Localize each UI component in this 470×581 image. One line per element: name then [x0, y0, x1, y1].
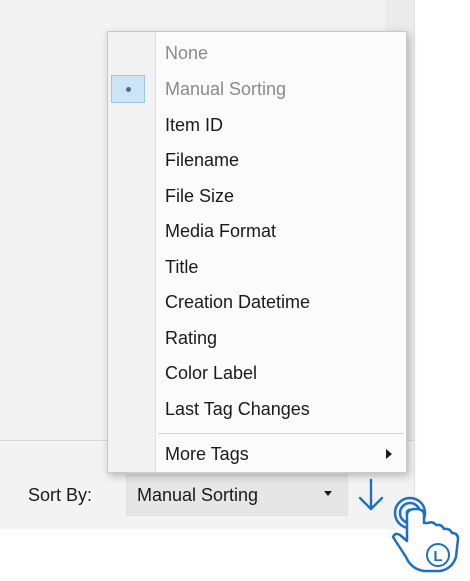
- menu-item-label: Item ID: [165, 114, 224, 135]
- caret-down-icon: [324, 491, 332, 496]
- menu-item-color-label[interactable]: Color Label: [108, 356, 406, 390]
- menu-item-label: Color Label: [165, 362, 258, 383]
- menu-item-item-id[interactable]: Item ID: [108, 108, 406, 142]
- menu-item-filename[interactable]: Filename: [108, 143, 406, 177]
- menu-item-label: Creation Datetime: [165, 291, 311, 312]
- menu-item-none[interactable]: None: [108, 36, 406, 70]
- sort-menu: None Manual Sorting Item ID Filename Fil…: [107, 31, 407, 473]
- hand-pointer-icon: L: [391, 496, 460, 573]
- menu-item-rating[interactable]: Rating: [108, 321, 406, 355]
- submenu-arrow-icon: [386, 449, 392, 459]
- checked-indicator: [111, 75, 145, 103]
- menu-item-file-size[interactable]: File Size: [108, 179, 406, 213]
- menu-item-label: Manual Sorting: [165, 78, 287, 99]
- menu-item-media-format[interactable]: Media Format: [108, 214, 406, 248]
- menu-item-label: File Size: [165, 185, 235, 206]
- menu-item-label: None: [165, 42, 209, 63]
- menu-item-last-tag-changes[interactable]: Last Tag Changes: [108, 392, 406, 426]
- menu-item-label: Title: [165, 256, 199, 277]
- menu-item-title[interactable]: Title: [108, 250, 406, 284]
- sort-by-selected-value: Manual Sorting: [137, 484, 259, 505]
- menu-item-creation-datetime[interactable]: Creation Datetime: [108, 285, 406, 319]
- menu-item-label: Last Tag Changes: [165, 398, 310, 419]
- menu-item-manual-sorting[interactable]: Manual Sorting: [108, 72, 406, 106]
- menu-separator: [158, 433, 404, 434]
- sort-by-dropdown[interactable]: Manual Sorting: [126, 474, 348, 516]
- bullet-dot-icon: [125, 86, 131, 92]
- menu-item-more-tags[interactable]: More Tags: [108, 437, 406, 471]
- menu-item-label: More Tags: [165, 443, 249, 464]
- menu-item-label: Rating: [165, 327, 218, 348]
- menu-item-label: Filename: [165, 149, 240, 170]
- cursor-badge-label: L: [433, 548, 442, 565]
- sort-by-label: Sort By:: [28, 485, 93, 505]
- menu-item-label: Media Format: [165, 220, 277, 241]
